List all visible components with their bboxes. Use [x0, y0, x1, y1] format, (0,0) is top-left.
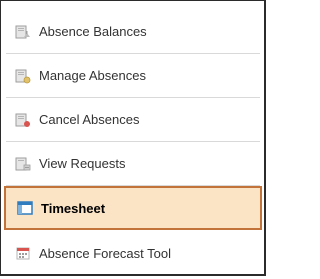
menu-item-absence-forecast-tool[interactable]: Absence Forecast Tool — [6, 231, 260, 275]
menu-item-view-requests[interactable]: View Requests — [6, 142, 260, 186]
absence-menu: Absence Balances Manage Absences Cancel … — [0, 0, 266, 276]
menu-item-label: View Requests — [39, 156, 126, 171]
menu-item-label: Cancel Absences — [39, 112, 140, 127]
view-requests-icon — [15, 156, 31, 172]
menu-item-label: Timesheet — [41, 200, 106, 216]
menu-item-cancel-absences[interactable]: Cancel Absences — [6, 98, 260, 142]
timesheet-icon — [17, 200, 33, 216]
manage-absences-icon — [15, 68, 31, 84]
menu-item-timesheet[interactable]: Timesheet — [4, 186, 262, 230]
cancel-absences-icon — [15, 112, 31, 128]
menu-item-manage-absences[interactable]: Manage Absences — [6, 54, 260, 98]
menu-item-label: Absence Balances — [39, 24, 147, 39]
menu-item-absence-balances[interactable]: Absence Balances — [6, 10, 260, 54]
absence-forecast-tool-icon — [15, 245, 31, 261]
menu-item-label: Manage Absences — [39, 68, 146, 83]
absence-balances-icon — [15, 24, 31, 40]
menu-item-label: Absence Forecast Tool — [39, 245, 171, 261]
